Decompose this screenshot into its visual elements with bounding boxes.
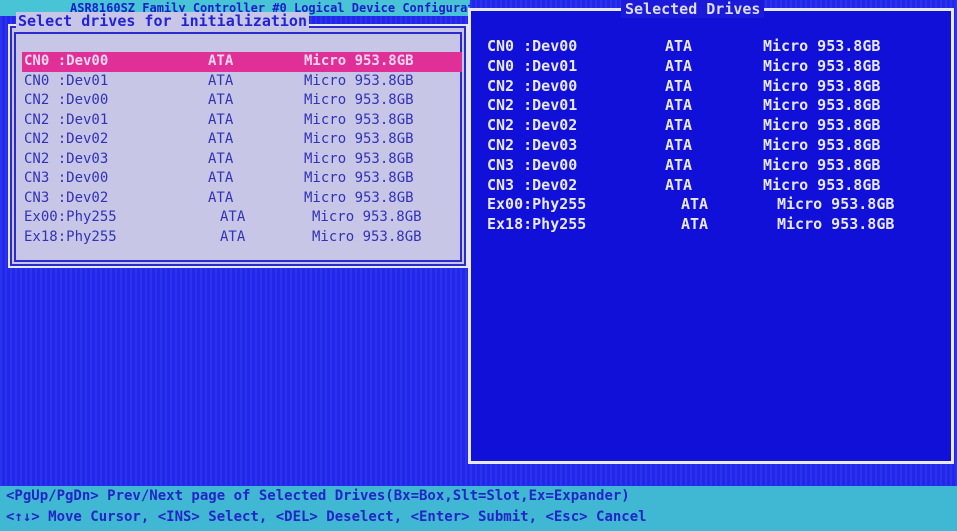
drive-location: CN0 :Dev01 [487,56,578,75]
drive-location: CN3 :Dev02 [487,175,578,194]
help-line-keys: <↑↓> Move Cursor, <INS> Select, <DEL> De… [6,509,647,525]
drive-location: CN2 :Dev02 [487,116,578,135]
drive-location: CN3 :Dev00 [487,155,578,174]
drive-interface: ATA [220,209,246,225]
drive-location: Ex00:Phy255 [487,195,587,214]
drive-interface: ATA [665,96,693,115]
drive-model-size: Micro 953.8GB [304,111,414,128]
selected-drive-row: CN3 :Dev02 ATA Micro 953.8GB [485,176,945,196]
drive-model-size: Micro 953.8GB [304,53,414,69]
drive-location: CN0 :Dev01 [24,72,109,89]
drive-interface: ATA [665,175,693,194]
selected-drive-row: Ex00:Phy255 ATA Micro 953.8GB [485,195,945,215]
drive-model-size: Micro 953.8GB [763,155,881,174]
drive-location: Ex00:Phy255 [24,209,117,225]
drive-location: CN2 :Dev00 [487,76,578,95]
drive-row[interactable]: CN3 :Dev00 ATA Micro 953.8GB [22,169,462,189]
drive-interface: ATA [665,56,693,75]
drive-location: CN2 :Dev01 [487,96,578,115]
drive-model-size: Micro 953.8GB [304,170,414,186]
drive-location: CN0 :Dev00 [487,37,578,55]
selected-drive-row: CN0 :Dev01 ATA Micro 953.8GB [485,57,945,77]
selected-drive-row: Ex18:Phy255 ATA Micro 953.8GB [485,215,945,235]
drive-location: CN3 :Dev00 [24,170,109,186]
drive-model-size: Micro 953.8GB [763,116,881,135]
selected-drive-row: CN3 :Dev00 ATA Micro 953.8GB [485,156,945,176]
drive-interface: ATA [208,150,234,167]
drive-interface: ATA [220,228,246,245]
drive-row[interactable]: CN2 :Dev00 ATA Micro 953.8GB [22,91,462,111]
selected-drive-row: CN2 :Dev01 ATA Micro 953.8GB [485,96,945,116]
drive-location: Ex18:Phy255 [487,215,587,234]
drive-model-size: Micro 953.8GB [312,209,422,225]
drive-interface: ATA [681,215,709,234]
drive-model-size: Micro 953.8GB [777,195,895,214]
drive-model-size: Micro 953.8GB [304,92,414,108]
drive-interface: ATA [665,37,693,55]
drive-row[interactable]: CN3 :Dev02 ATA Micro 953.8GB [22,189,462,209]
drive-model-size: Micro 953.8GB [304,72,414,89]
drive-row[interactable]: CN2 :Dev02 ATA Micro 953.8GB [22,130,462,150]
drive-location: CN2 :Dev00 [24,92,109,108]
drive-model-size: Micro 953.8GB [304,189,414,206]
selected-drives-title: Selected Drives [621,0,765,18]
drive-row[interactable]: CN2 :Dev01 ATA Micro 953.8GB [22,111,462,131]
drive-row[interactable]: Ex18:Phy255 ATA Micro 953.8GB [22,228,462,248]
drive-model-size: Micro 953.8GB [763,96,881,115]
drive-model-size: Micro 953.8GB [304,150,414,167]
drive-location: CN2 :Dev02 [24,131,109,147]
drive-interface: ATA [208,53,234,69]
select-drives-list: CN0 :Dev00 ATA Micro 953.8GB CN0 :Dev01 … [22,52,462,247]
bios-screen: ASR8160SZ Family Controller #0 Logical D… [0,0,957,531]
selected-drive-row: CN0 :Dev00 ATA Micro 953.8GB [485,37,945,57]
selected-drives-panel: Selected Drives CN0 :Dev00 ATA Micro 953… [468,0,954,464]
select-drives-panel: Select drives for initialization CN0 :De… [8,12,468,268]
drive-model-size: Micro 953.8GB [763,76,881,95]
help-line-paging: <PgUp/PgDn> Prev/Next page of Selected D… [6,488,630,504]
drive-model-size: Micro 953.8GB [763,175,881,194]
drive-interface: ATA [208,72,234,89]
drive-interface: ATA [208,170,234,186]
drive-interface: ATA [208,92,234,108]
drive-model-size: Micro 953.8GB [763,37,881,55]
drive-interface: ATA [665,135,693,154]
drive-interface: ATA [208,189,234,206]
drive-row[interactable]: CN0 :Dev00 ATA Micro 953.8GB [22,52,462,72]
drive-model-size: Micro 953.8GB [763,135,881,154]
drive-location: CN3 :Dev02 [24,189,109,206]
drive-row[interactable]: Ex00:Phy255 ATA Micro 953.8GB [22,208,462,228]
drive-interface: ATA [665,76,693,95]
drive-interface: ATA [208,111,234,128]
drive-interface: ATA [665,116,693,135]
selected-drive-row: CN2 :Dev03 ATA Micro 953.8GB [485,136,945,156]
help-bar: <PgUp/PgDn> Prev/Next page of Selected D… [0,486,957,531]
select-drives-title: Select drives for initialization [16,12,309,30]
drive-interface: ATA [208,131,234,147]
drive-location: CN2 :Dev03 [24,150,109,167]
selected-drive-row: CN2 :Dev00 ATA Micro 953.8GB [485,77,945,97]
selected-drives-list: CN0 :Dev00 ATA Micro 953.8GB CN0 :Dev01 … [485,37,945,235]
drive-model-size: Micro 953.8GB [777,215,895,234]
drive-row[interactable]: CN0 :Dev01 ATA Micro 953.8GB [22,72,462,92]
drive-model-size: Micro 953.8GB [763,56,881,75]
drive-model-size: Micro 953.8GB [312,228,422,245]
drive-model-size: Micro 953.8GB [304,131,414,147]
selected-drive-row: CN2 :Dev02 ATA Micro 953.8GB [485,116,945,136]
drive-location: CN0 :Dev00 [24,53,109,69]
drive-location: CN2 :Dev01 [24,111,109,128]
drive-interface: ATA [681,195,709,214]
drive-row[interactable]: CN2 :Dev03 ATA Micro 953.8GB [22,150,462,170]
drive-interface: ATA [665,155,693,174]
drive-location: Ex18:Phy255 [24,228,117,245]
drive-location: CN2 :Dev03 [487,135,578,154]
